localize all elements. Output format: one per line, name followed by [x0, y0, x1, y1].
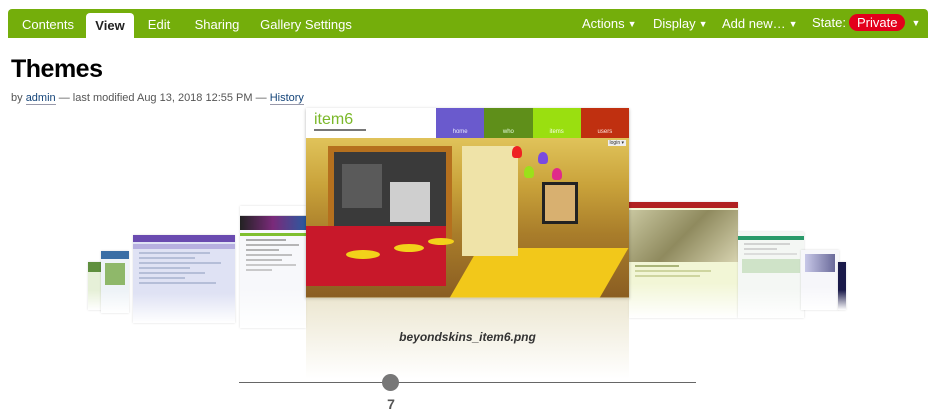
photo-stool: [394, 244, 424, 252]
gallery-thumb[interactable]: [738, 232, 804, 318]
gallery-coverflow: item6 home who items users login ▾ beyon…: [0, 0, 936, 420]
photo-lamp: [538, 152, 548, 164]
featured-nav-item: who: [484, 108, 533, 138]
featured-image[interactable]: item6 home who items users login ▾: [306, 108, 629, 298]
gallery-thumb[interactable]: [629, 202, 738, 318]
thumb-header: [240, 216, 306, 230]
gallery-slider-handle[interactable]: [382, 374, 399, 391]
thumb-header: [738, 236, 804, 240]
featured-logo: item6: [314, 111, 354, 128]
gallery-caption: beyondskins_item6.png: [399, 330, 536, 344]
photo-wall-frame: [542, 182, 578, 224]
gallery-thumb[interactable]: [101, 251, 129, 313]
thumb-header: [133, 235, 235, 242]
featured-nav-item: items: [532, 108, 581, 138]
gallery-thumb[interactable]: [801, 250, 839, 310]
thumb-illustration: [629, 210, 738, 262]
photo-door: [462, 146, 518, 256]
photo-lamp: [552, 168, 562, 180]
featured-login: login ▾: [607, 140, 626, 146]
thumb-header: [101, 251, 129, 259]
featured-nav-item: users: [580, 108, 629, 138]
featured-site-header: item6: [306, 108, 436, 138]
featured-nav-item: home: [436, 108, 485, 138]
gallery-thumb[interactable]: [838, 262, 846, 310]
photo-lamp: [524, 166, 534, 178]
thumb-header: [805, 254, 835, 272]
featured-nav: home who items users: [436, 108, 629, 138]
gallery-slider-index: 7: [387, 396, 395, 412]
gallery-thumb[interactable]: [133, 235, 235, 323]
gallery-thumb[interactable]: [240, 206, 306, 328]
thumb-header: [629, 202, 738, 208]
photo-lamp: [512, 146, 522, 158]
photo-stool: [428, 238, 454, 245]
gallery-slider-track[interactable]: [239, 382, 696, 383]
photo-stool: [346, 250, 380, 259]
featured-photo: login ▾: [306, 138, 629, 298]
